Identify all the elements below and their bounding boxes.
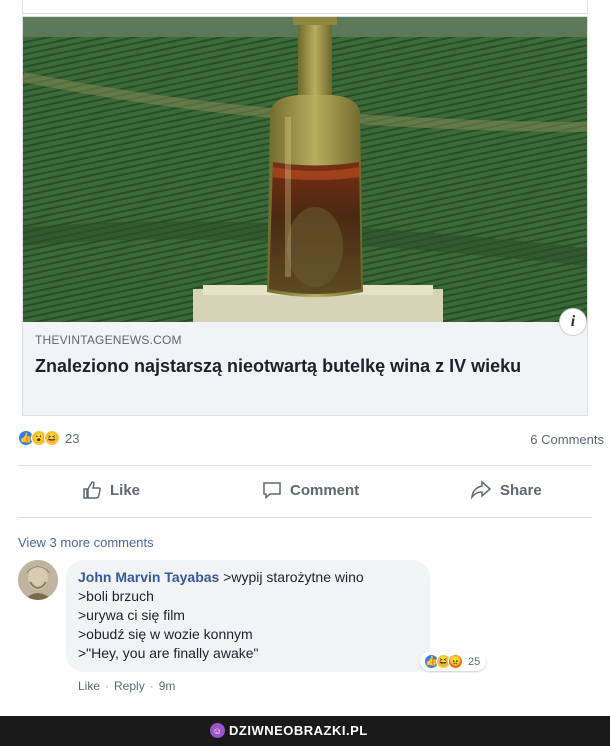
angry-icon: 😠 xyxy=(448,654,463,669)
link-title[interactable]: Znaleziono najstarszą nieotwartą butelkę… xyxy=(35,353,575,379)
comment-actions: Like · Reply · 9m xyxy=(78,679,175,693)
wine-bottle-photo[interactable] xyxy=(23,17,587,322)
link-domain: THEVINTAGENEWS.COM xyxy=(35,333,182,347)
previous-post-edge xyxy=(22,0,588,14)
comment-reactions[interactable]: 👍 😆 😠 25 xyxy=(420,652,487,671)
like-label: Like xyxy=(110,481,141,499)
comment-bubble: John Marvin Tayabas >wypij starożytne wi… xyxy=(66,560,430,672)
thumbs-up-icon xyxy=(83,481,101,499)
divider xyxy=(18,465,592,466)
brand-label: DZIWNEOBRAZKI.PL xyxy=(229,723,368,738)
comment-text: >wypij starożytne wino xyxy=(223,569,364,585)
comment-text: >"Hey, you are finally awake" xyxy=(78,645,259,661)
share-button[interactable]: Share xyxy=(470,480,542,500)
site-brand: ☺ DZIWNEOBRAZKI.PL xyxy=(210,723,368,738)
comments-count[interactable]: 6 Comments xyxy=(530,432,604,447)
haha-icon: 😆 xyxy=(44,430,60,446)
comment-reply-link[interactable]: Reply xyxy=(114,679,145,693)
comment-like-link[interactable]: Like xyxy=(78,679,100,693)
reaction-summary[interactable]: 👍 😮 😆 23 xyxy=(18,430,79,446)
avatar[interactable] xyxy=(18,560,58,600)
brand-logo-icon: ☺ xyxy=(210,723,225,738)
info-icon[interactable]: i xyxy=(559,308,587,336)
separator: · xyxy=(149,679,154,693)
share-icon xyxy=(470,480,492,500)
user-avatar-image xyxy=(18,560,58,600)
comment-text: >boli brzuch xyxy=(78,588,154,604)
view-more-comments-link[interactable]: View 3 more comments xyxy=(18,535,154,550)
separator: · xyxy=(105,679,110,693)
comment-reaction-count: 25 xyxy=(468,655,481,668)
watermark-footer: ☺ DZIWNEOBRAZKI.PL xyxy=(0,716,610,746)
divider xyxy=(18,517,592,518)
comment-timestamp[interactable]: 9m xyxy=(159,679,176,693)
share-label: Share xyxy=(500,481,542,499)
comment-text: >urywa ci się film xyxy=(78,607,185,623)
comment-button[interactable]: Comment xyxy=(262,480,359,500)
comment-line: John Marvin Tayabas >wypij starożytne wi… xyxy=(78,568,418,587)
comment-label: Comment xyxy=(290,481,360,499)
reaction-count: 23 xyxy=(65,430,80,446)
comment-author[interactable]: John Marvin Tayabas xyxy=(78,569,219,585)
facebook-post-card: i THEVINTAGENEWS.COM Znaleziono najstars… xyxy=(0,0,610,716)
link-preview[interactable]: i THEVINTAGENEWS.COM Znaleziono najstars… xyxy=(22,16,588,416)
wine-bottle-image xyxy=(23,17,587,322)
like-button[interactable]: Like xyxy=(82,480,140,500)
comment-text: >obudź się w wozie konnym xyxy=(78,626,253,642)
comment-icon xyxy=(263,482,281,500)
